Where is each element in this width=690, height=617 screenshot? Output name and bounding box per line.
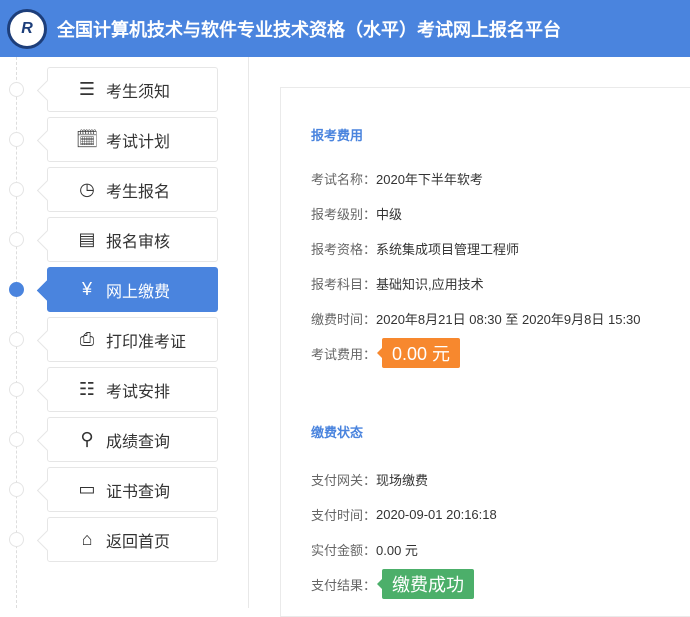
nav-item-label: 返回首页: [106, 533, 171, 551]
nav-item-6[interactable]: ☷ 考试安排: [47, 367, 218, 412]
row-label: 缴费时间：: [311, 312, 377, 327]
nav-item-label: 考试安排: [106, 383, 171, 401]
timeline-dot: [9, 482, 24, 497]
document-list-icon: ☷: [78, 379, 96, 399]
timeline-dot: [9, 432, 24, 447]
page-title: 全国计算机技术与软件专业技术资格（水平）考试网上报名平台: [57, 19, 561, 40]
timeline-dot: [9, 182, 24, 197]
logo: R: [7, 8, 47, 49]
info-row-exam-fee: 考试费用： 0.00 元: [311, 338, 461, 368]
section-title-status: 缴费状态: [311, 425, 364, 440]
pay-result-badge: 缴费成功: [377, 569, 475, 599]
schedule-clock-icon: 🗓: [75, 129, 99, 149]
clock-icon: ◷: [79, 179, 95, 199]
row-value: 中级: [376, 207, 403, 222]
nav-item-7[interactable]: ⚲ 成绩查询: [47, 417, 218, 462]
row-value: 2020年下半年软考: [376, 172, 483, 187]
row-value: 基础知识,应用技术: [376, 277, 484, 292]
nav-item-2[interactable]: ◷ 考生报名: [47, 167, 218, 212]
nav-item-label: 证书查询: [106, 483, 171, 501]
nav-item-label: 报名审核: [106, 233, 171, 251]
nav-item-3[interactable]: ▤ 报名审核: [47, 217, 218, 262]
info-row-pay-result: 支付结果： 缴费成功: [311, 569, 475, 599]
timeline-dot: [9, 282, 24, 297]
notice-board-icon: ☰: [78, 79, 96, 99]
nav-item-label: 成绩查询: [106, 433, 171, 451]
row-value: 系统集成项目管理工程师: [376, 242, 520, 257]
info-row-paid-amount: 实付金额： 0.00 元: [311, 540, 418, 559]
nav-item-4[interactable]: ¥ 网上缴费: [47, 267, 218, 312]
row-value: 0.00 元: [376, 543, 418, 558]
row-label: 报考科目：: [311, 277, 377, 292]
info-row-gateway: 支付网关： 现场缴费: [311, 470, 428, 489]
timeline-dot: [9, 332, 24, 347]
home-icon: ⌂: [81, 529, 93, 549]
monitor-yen-icon: ¥: [81, 279, 92, 299]
nav-item-label: 打印准考证: [106, 333, 187, 351]
row-value: 2020-09-01 20:16:18: [376, 507, 497, 522]
row-label: 报考级别：: [311, 207, 377, 222]
fee-amount-badge: 0.00 元: [377, 338, 461, 368]
row-label: 考试费用：: [311, 346, 377, 362]
section-title-fee: 报考费用: [311, 128, 364, 143]
info-row-payment-period: 缴费时间： 2020年8月21日 08:30 至 2020年9月8日 15:30: [311, 309, 641, 328]
audit-document-icon: ▤: [78, 229, 96, 249]
row-label: 考试名称：: [311, 172, 377, 187]
info-row-exam-name: 考试名称： 2020年下半年软考: [311, 169, 483, 188]
nav-item-label: 网上缴费: [106, 283, 171, 301]
nav-item-label: 考生报名: [106, 183, 171, 201]
content-card: 报考费用 考试名称： 2020年下半年软考 报考级别： 中级 报考资格： 系统集成项目…: [280, 87, 690, 617]
timeline-dot: [9, 382, 24, 397]
nav-item-1[interactable]: 🗓 考试计划: [47, 117, 218, 162]
row-label: 支付结果：: [311, 577, 377, 593]
header-bar: R 全国计算机技术与软件专业技术资格（水平）考试网上报名平台: [0, 0, 690, 57]
nav-item-label: 考生须知: [106, 83, 171, 101]
nav-item-8[interactable]: ▭ 证书查询: [47, 467, 218, 512]
nav-item-0[interactable]: ☰ 考生须知: [47, 67, 218, 112]
timeline-dot: [9, 232, 24, 247]
info-row-subjects: 报考科目： 基础知识,应用技术: [311, 274, 484, 293]
info-row-pay-time: 支付时间： 2020-09-01 20:16:18: [311, 505, 497, 524]
row-value: 现场缴费: [376, 473, 429, 488]
row-label: 报考资格：: [311, 242, 377, 257]
magnifier-icon: ⚲: [80, 429, 94, 449]
row-label: 支付网关：: [311, 473, 377, 488]
info-row-qualification: 报考资格： 系统集成项目管理工程师: [311, 239, 519, 258]
info-row-level: 报考级别： 中级: [311, 204, 402, 223]
row-label: 支付时间：: [311, 508, 377, 523]
timeline-dot: [9, 132, 24, 147]
certificate-icon: ▭: [78, 479, 96, 499]
row-label: 实付金额：: [311, 543, 377, 558]
row-value: 2020年8月21日 08:30 至 2020年9月8日 15:30: [376, 312, 641, 327]
timeline-dot: [9, 82, 24, 97]
sidebar: ☰ 考生须知 🗓 考试计划 ◷ 考生报名 ▤ 报名审核 ¥ 网上缴费 ⎙ 打印准考证 ☷ 考试安排 ⚲ 成绩查…: [0, 57, 249, 608]
nav-item-9[interactable]: ⌂ 返回首页: [47, 517, 218, 562]
nav-item-label: 考试计划: [106, 133, 171, 151]
timeline-dot: [9, 532, 24, 547]
nav-item-5[interactable]: ⎙ 打印准考证: [47, 317, 218, 362]
printer-icon: ⎙: [79, 329, 95, 349]
